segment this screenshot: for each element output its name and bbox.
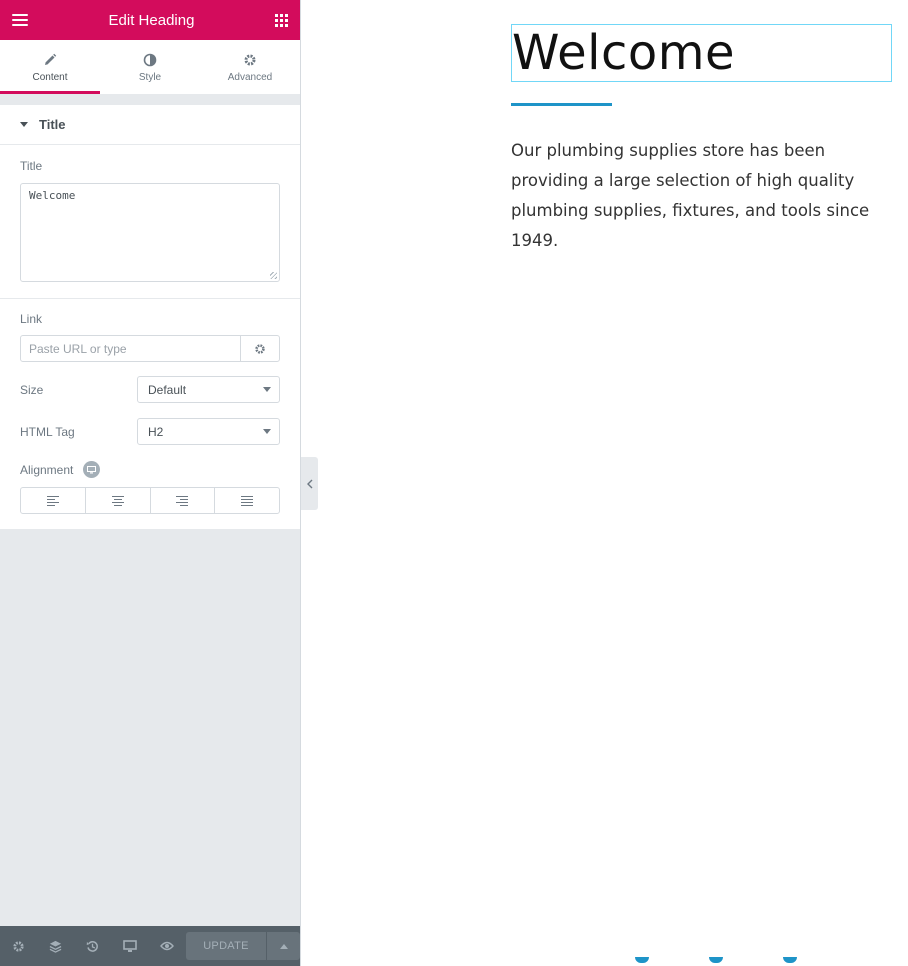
title-textarea[interactable]	[20, 183, 280, 282]
menu-icon[interactable]	[12, 14, 28, 26]
widgets-grid-icon[interactable]	[275, 13, 288, 27]
html-tag-select[interactable]: H2	[137, 418, 280, 445]
section-title-label: Title	[39, 117, 66, 132]
html-tag-field-label: HTML Tag	[20, 424, 75, 439]
panel-footer: UPDATE	[0, 926, 300, 966]
align-right-icon	[176, 495, 189, 506]
alignment-buttons	[20, 487, 280, 514]
responsive-mode-button[interactable]	[111, 926, 148, 966]
link-field	[20, 335, 280, 362]
link-control: Link	[0, 299, 300, 362]
size-select[interactable]: Default	[137, 376, 280, 403]
alignment-control: Alignment	[0, 445, 300, 529]
history-icon	[86, 940, 98, 952]
section-title-toggle[interactable]: Title	[0, 105, 300, 145]
eye-icon	[159, 941, 174, 951]
align-right-button[interactable]	[151, 488, 216, 513]
caret-down-icon	[20, 122, 28, 127]
align-center-button[interactable]	[86, 488, 151, 513]
align-justify-button[interactable]	[215, 488, 279, 513]
navigator-button[interactable]	[37, 926, 74, 966]
panel-header: Edit Heading	[0, 0, 300, 40]
save-options-button[interactable]	[266, 932, 300, 960]
preview-button[interactable]	[148, 926, 185, 966]
history-button[interactable]	[74, 926, 111, 966]
pencil-icon	[43, 52, 57, 68]
half-circle-icon	[143, 52, 157, 68]
tab-style-label: Style	[138, 71, 162, 83]
editor-panel: Edit Heading Content Style Advanced Titl…	[0, 0, 300, 966]
update-button[interactable]: UPDATE	[186, 932, 266, 960]
page-preview: Welcome Our plumbing supplies store has …	[301, 0, 908, 966]
html-tag-select-value: H2	[148, 424, 164, 439]
panel-title: Edit Heading	[108, 11, 195, 29]
title-control: Title	[0, 145, 300, 298]
caret-up-icon	[279, 943, 288, 949]
align-center-icon	[111, 495, 124, 506]
preview-heading[interactable]: Welcome	[512, 26, 735, 80]
heading-divider	[511, 103, 612, 106]
size-field-label: Size	[20, 382, 44, 397]
resize-handle-icon[interactable]	[270, 272, 277, 279]
chevron-down-icon	[263, 387, 271, 392]
html-tag-control: HTML Tag H2	[0, 403, 300, 445]
link-field-label: Link	[20, 312, 43, 326]
size-select-value: Default	[148, 382, 187, 397]
align-left-button[interactable]	[21, 488, 86, 513]
layers-icon	[49, 940, 62, 953]
link-options-button[interactable]	[240, 336, 279, 361]
tab-content-label: Content	[32, 71, 68, 83]
alignment-field-label: Alignment	[20, 462, 74, 477]
social-icon[interactable]	[635, 957, 649, 963]
align-left-icon	[46, 495, 59, 506]
social-icons-partial	[635, 957, 797, 963]
social-icon[interactable]	[709, 957, 723, 963]
chevron-down-icon	[263, 429, 271, 434]
gear-icon	[255, 343, 265, 354]
tab-style[interactable]: Style	[100, 40, 200, 94]
tab-advanced[interactable]: Advanced	[200, 40, 300, 94]
align-justify-icon	[241, 495, 254, 506]
social-icon[interactable]	[783, 957, 797, 963]
tab-content[interactable]: Content	[0, 40, 100, 94]
settings-button[interactable]	[0, 926, 37, 966]
tab-advanced-label: Advanced	[227, 71, 273, 83]
panel-tabs: Content Style Advanced	[0, 40, 300, 95]
title-field-label: Title	[20, 159, 43, 173]
gear-icon	[243, 52, 257, 68]
desktop-responsive-icon[interactable]	[83, 461, 101, 478]
desktop-icon	[122, 939, 137, 952]
gear-icon	[13, 940, 24, 952]
preview-paragraph[interactable]: Our plumbing supplies store has been pro…	[511, 136, 886, 256]
size-control: Size Default	[0, 362, 300, 403]
panel-gap	[0, 95, 300, 105]
section-title: Title Title Link Size Default	[0, 105, 300, 529]
link-input[interactable]	[21, 336, 240, 361]
